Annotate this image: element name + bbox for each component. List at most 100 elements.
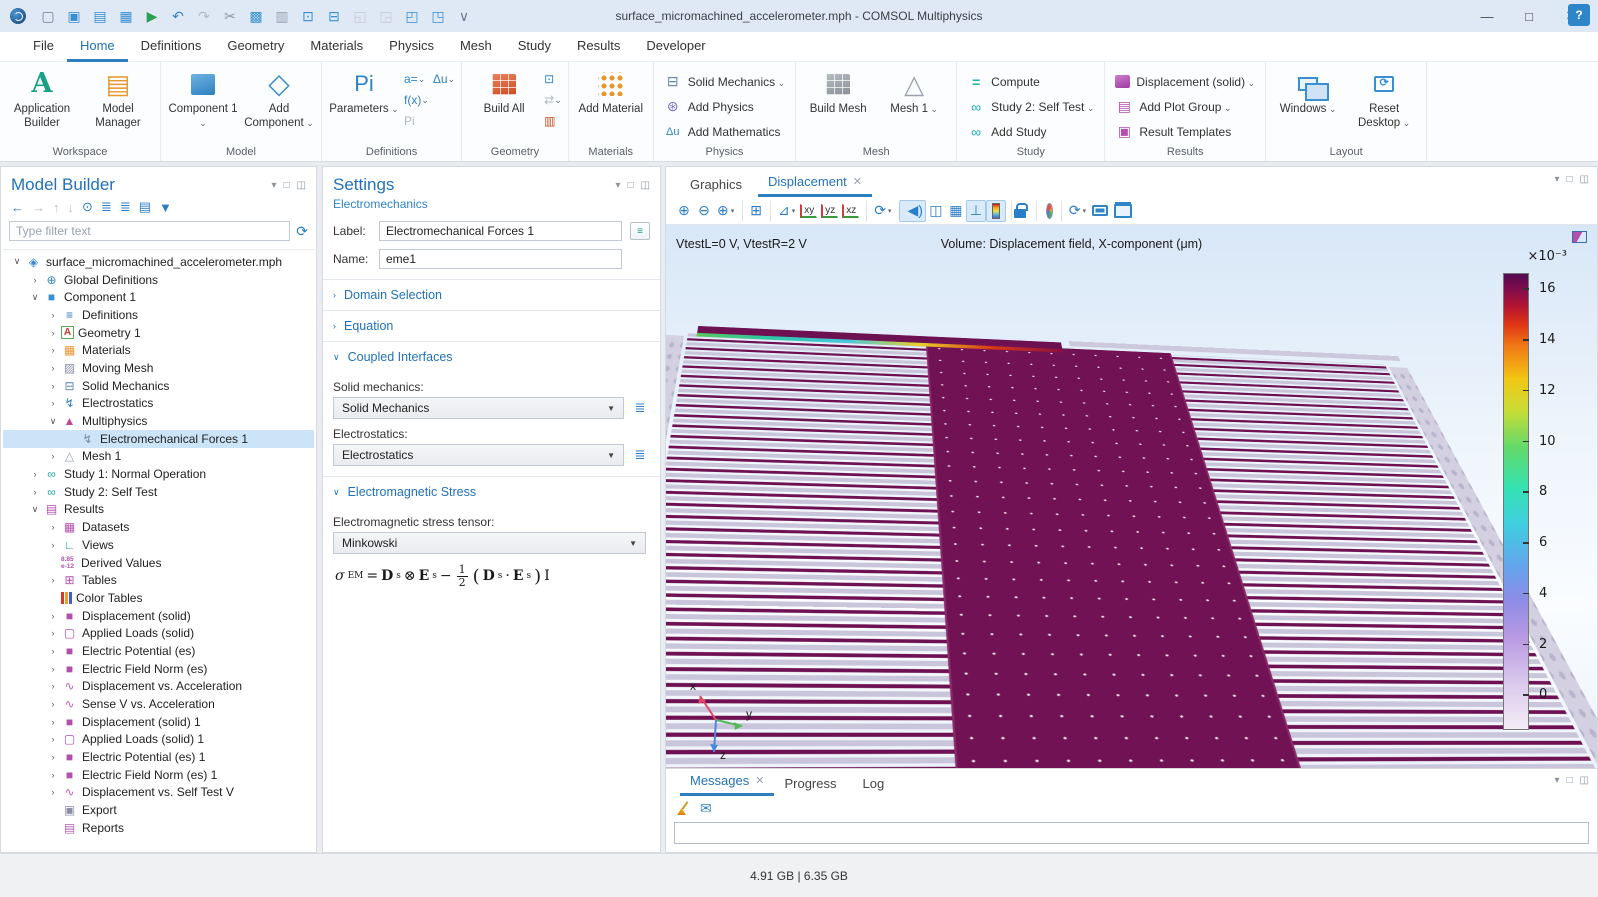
tree-item[interactable]: ∨ ▤ Results bbox=[3, 501, 314, 519]
tree-item[interactable]: › ⊞ Tables bbox=[3, 571, 314, 589]
tree-expander-icon[interactable]: › bbox=[45, 787, 61, 797]
panel-pin-icon[interactable]: ◫ bbox=[297, 180, 306, 191]
solid-mechanics-select[interactable]: Solid Mechanics ▼ bbox=[333, 397, 624, 419]
qat-button[interactable]: ▩ bbox=[244, 4, 268, 28]
section-electromagnetic-stress[interactable]: ∨ Electromagnetic Stress bbox=[323, 476, 660, 507]
tree-item[interactable]: › ■ Displacement (solid) 1 bbox=[3, 713, 314, 731]
qat-button[interactable]: ▶ bbox=[140, 4, 164, 28]
qat-button[interactable]: ◳ bbox=[426, 4, 450, 28]
tree-expander-icon[interactable]: › bbox=[27, 469, 43, 479]
parameters-button[interactable]: Pi Parameters bbox=[328, 65, 400, 144]
tree-expander-icon[interactable]: › bbox=[27, 487, 43, 497]
virtual-operations-button[interactable]: ▥ bbox=[544, 112, 562, 130]
tree-item[interactable]: › ⊟ Solid Mechanics bbox=[3, 377, 314, 395]
tree-item[interactable]: › ▦ Datasets bbox=[3, 518, 314, 536]
messages-tab[interactable]: Log bbox=[853, 771, 901, 796]
menu-tab[interactable]: Study bbox=[505, 32, 564, 62]
graphics-toolbar-icon[interactable] bbox=[1089, 200, 1111, 222]
graphics-tab[interactable]: Graphics bbox=[680, 172, 758, 197]
tree-expander-icon[interactable]: › bbox=[27, 275, 43, 285]
model-builder-toolbar-icon[interactable]: ▤ bbox=[137, 199, 153, 215]
solid-mechanics-button[interactable]: ⊟ Solid Mechanics bbox=[660, 69, 789, 94]
qat-button[interactable]: ⊟ bbox=[322, 4, 346, 28]
tree-item[interactable]: › △ Mesh 1 bbox=[3, 448, 314, 466]
tree-filter-input[interactable] bbox=[9, 221, 290, 241]
tree-expander-icon[interactable]: › bbox=[45, 398, 61, 408]
tree-item[interactable]: 8.85 e-12 Derived Values bbox=[3, 554, 314, 572]
reset-desktop-button[interactable]: ⟳ Reset Desktop bbox=[1348, 65, 1420, 144]
menu-tab[interactable]: Results bbox=[564, 32, 633, 62]
tree-item[interactable]: ∨ ▲ Multiphysics bbox=[3, 412, 314, 430]
graphics-toolbar-icon[interactable]: xz bbox=[842, 204, 859, 218]
tree-expander-icon[interactable]: › bbox=[45, 381, 61, 391]
tree-item[interactable]: › ■ Electric Potential (es) bbox=[3, 642, 314, 660]
rename-button[interactable]: ≡ bbox=[630, 222, 650, 240]
windows-button[interactable]: Windows bbox=[1272, 65, 1344, 144]
label-field[interactable] bbox=[379, 221, 622, 241]
build-mesh-button[interactable]: Build Mesh bbox=[802, 65, 874, 144]
tree-item[interactable]: › ▦ Materials bbox=[3, 341, 314, 359]
message-settings-icon[interactable]: ✉ bbox=[700, 800, 712, 817]
qat-button[interactable]: ◱ bbox=[348, 4, 372, 28]
tree-expander-icon[interactable]: › bbox=[45, 611, 61, 621]
graphics-toolbar-icon[interactable] bbox=[1036, 200, 1056, 222]
model-manager-button[interactable]: ▤ Model Manager bbox=[82, 65, 154, 144]
graphics-toolbar-icon[interactable] bbox=[1111, 200, 1135, 222]
panel-menu-icon[interactable]: ▾ bbox=[615, 180, 620, 191]
graphics-toolbar-icon[interactable]: ⊕ bbox=[714, 200, 737, 222]
qat-button[interactable]: ▣ bbox=[62, 4, 86, 28]
menu-tab[interactable]: Mesh bbox=[447, 32, 505, 62]
tree-expander-icon[interactable]: › bbox=[45, 328, 61, 338]
displacement-plot-button[interactable]: Displacement (solid) bbox=[1111, 69, 1259, 94]
compute-button[interactable]: = Compute bbox=[963, 69, 1098, 94]
qat-button[interactable]: ◲ bbox=[374, 4, 398, 28]
model-builder-toolbar-icon[interactable]: ⊙ bbox=[80, 199, 95, 215]
menu-tab[interactable]: File bbox=[20, 32, 67, 62]
tree-item[interactable]: › A Geometry 1 bbox=[3, 324, 314, 342]
qat-button[interactable]: ∨ bbox=[452, 4, 476, 28]
qat-button[interactable]: ✂ bbox=[218, 4, 242, 28]
messages-tab[interactable]: Progress bbox=[774, 771, 852, 796]
menu-tab[interactable]: Physics bbox=[376, 32, 447, 62]
graphics-toolbar-icon[interactable] bbox=[1011, 200, 1031, 222]
tree-item[interactable]: › ∿ Displacement vs. Self Test V bbox=[3, 784, 314, 802]
graphics-tab[interactable]: Displacement✕ bbox=[758, 169, 872, 197]
model-builder-toolbar-icon[interactable]: ≣ bbox=[99, 199, 114, 215]
tree-expander-icon[interactable]: › bbox=[45, 540, 61, 550]
tree-item[interactable]: ▤ Reports bbox=[3, 819, 314, 837]
tree-item[interactable]: ∨ ◈ surface_micromachined_accelerometer.… bbox=[3, 253, 314, 271]
functions-button[interactable]: f(x) bbox=[404, 91, 429, 109]
tree-item[interactable]: › ■ Electric Field Norm (es) bbox=[3, 660, 314, 678]
messages-output-field[interactable] bbox=[674, 822, 1589, 844]
tree-expander-icon[interactable]: › bbox=[45, 681, 61, 691]
menu-tab[interactable]: Materials bbox=[297, 32, 376, 62]
mesh-1-button[interactable]: △ Mesh 1 bbox=[878, 65, 950, 144]
model-builder-toolbar-icon[interactable]: ▼ bbox=[157, 200, 174, 215]
panel-menu-icon[interactable]: ▾ bbox=[271, 180, 276, 191]
qat-button[interactable]: ⊡ bbox=[296, 4, 320, 28]
qat-button[interactable]: ↶ bbox=[166, 4, 190, 28]
stress-tensor-select[interactable]: Minkowski ▼ bbox=[333, 532, 646, 554]
section-coupled-interfaces[interactable]: ∨ Coupled Interfaces bbox=[323, 341, 660, 372]
panel-pin-icon[interactable]: ◫ bbox=[1580, 174, 1589, 185]
electrostatics-select[interactable]: Electrostatics ▼ bbox=[333, 444, 624, 466]
graphics-toolbar-icon[interactable]: ⟳ bbox=[1061, 200, 1089, 222]
model-builder-toolbar-icon[interactable]: → bbox=[30, 200, 47, 215]
tree-expander-icon[interactable]: › bbox=[45, 734, 61, 744]
panel-float-icon[interactable]: □ bbox=[1567, 775, 1573, 786]
study-2-button[interactable]: ∞ Study 2: Self Test bbox=[963, 94, 1098, 119]
tree-expander-icon[interactable]: › bbox=[45, 664, 61, 674]
plot-settings-icon[interactable] bbox=[1572, 231, 1587, 243]
tree-expander-icon[interactable]: ∨ bbox=[27, 504, 43, 515]
add-study-button[interactable]: ∞ Add Study bbox=[963, 119, 1098, 144]
qat-button[interactable]: ▤ bbox=[88, 4, 112, 28]
tree-expander-icon[interactable]: › bbox=[45, 628, 61, 638]
minimize-button[interactable]: — bbox=[1466, 2, 1508, 30]
graphics-toolbar-icon[interactable]: yz bbox=[821, 204, 838, 218]
tree-item[interactable]: › ↯ Electrostatics bbox=[3, 395, 314, 413]
help-button[interactable]: ? bbox=[1568, 4, 1590, 26]
graphics-toolbar-icon[interactable]: xy bbox=[800, 204, 817, 218]
graphics-toolbar-icon[interactable]: ⊕ bbox=[674, 200, 694, 222]
graphics-toolbar-icon[interactable]: ⟳ bbox=[866, 200, 894, 222]
messages-tab[interactable]: Messages✕ bbox=[680, 768, 774, 796]
